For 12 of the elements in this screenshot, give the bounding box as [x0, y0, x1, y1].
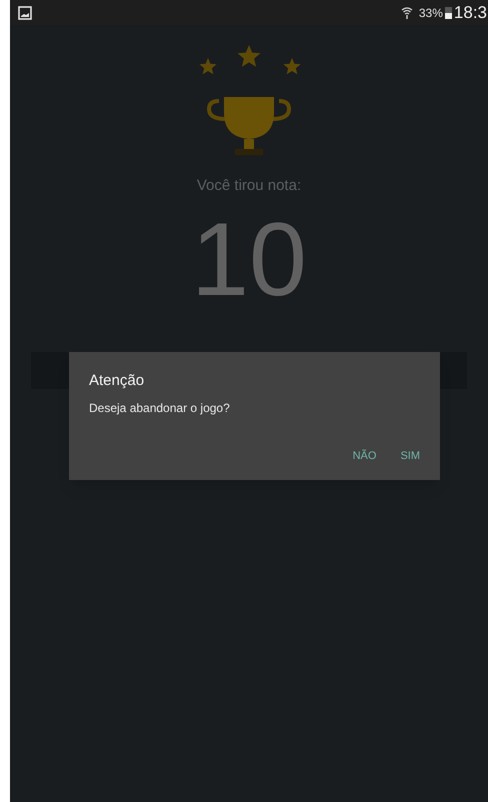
score-value: 10 [191, 208, 307, 312]
battery-icon [444, 6, 452, 19]
clock-time: 18:3 [454, 2, 487, 24]
gallery-icon [18, 6, 32, 20]
dialog-button[interactable]: NÃO [344, 446, 384, 466]
trophy-base-icon [235, 149, 263, 155]
dialog-title: Atenção [89, 371, 146, 391]
score-label: Você tirou nota: [196, 176, 302, 196]
dialog-message: Deseja abandonar o jogo? [89, 400, 231, 416]
wifi-icon [400, 6, 413, 20]
battery-percent: 33% [418, 4, 443, 22]
dialog-button[interactable]: SIM [392, 446, 428, 466]
